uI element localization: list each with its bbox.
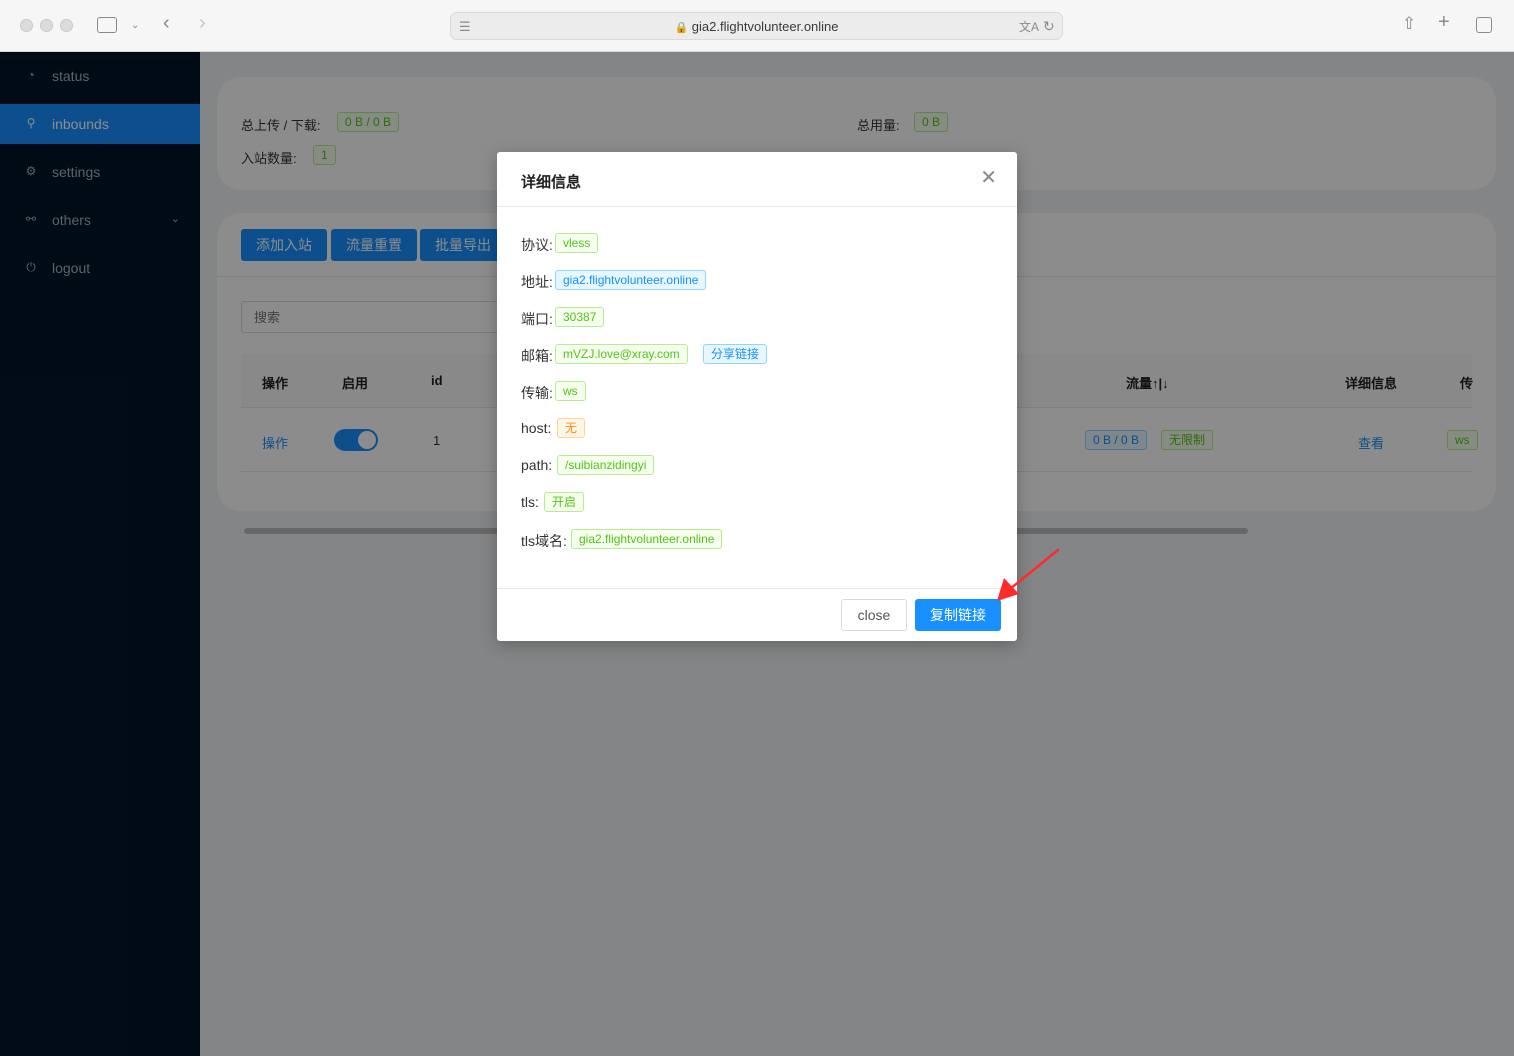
modal-footer: close 复制链接 <box>497 588 1017 641</box>
share-icon[interactable]: ⇧ <box>1402 15 1416 32</box>
new-tab-icon[interactable]: + <box>1438 12 1450 32</box>
protocol-value: vless <box>555 233 599 253</box>
field-label: path: <box>521 457 553 473</box>
sidebar-toggle-icon[interactable] <box>97 17 117 33</box>
tls-value: 开启 <box>544 492 585 512</box>
field-label: 地址: <box>521 274 553 290</box>
back-icon[interactable]: ‹ <box>163 13 170 33</box>
host-value: 无 <box>557 418 586 438</box>
window-close-dot[interactable] <box>20 19 33 32</box>
window-zoom-dot[interactable] <box>60 19 73 32</box>
field-label: 传输: <box>521 385 553 401</box>
tls-domain-value: gia2.flightvolunteer.online <box>571 529 723 549</box>
field-label: 邮箱: <box>521 348 553 364</box>
translate-icon[interactable]: 文A <box>1019 19 1039 35</box>
field-label: 端口: <box>521 311 553 327</box>
field-label: host: <box>521 420 552 436</box>
share-link-tag[interactable]: 分享链接 <box>703 344 768 364</box>
reload-icon[interactable]: ↻ <box>1043 18 1055 34</box>
tab-overview-icon[interactable] <box>1476 17 1492 33</box>
browser-window: ⌄ ‹ › ☰ 🔒 gia2.flightvolunteer.online 文A… <box>0 0 1514 1056</box>
chevron-down-icon[interactable]: ⌄ <box>131 18 139 34</box>
browser-toolbar: ⌄ ‹ › ☰ 🔒 gia2.flightvolunteer.online 文A… <box>0 0 1514 52</box>
close-icon[interactable]: ✕ <box>980 168 997 188</box>
forward-icon[interactable]: › <box>199 13 206 33</box>
email-value: mVZJ.love@xray.com <box>555 344 688 364</box>
transport-value: ws <box>555 381 586 401</box>
port-value: 30387 <box>555 307 605 327</box>
address-bar[interactable]: ☰ 🔒 gia2.flightvolunteer.online 文A ↻ <box>450 12 1063 40</box>
field-label: tls域名: <box>521 533 567 549</box>
modal-header: 详细信息 ✕ <box>497 152 1017 207</box>
close-button[interactable]: close <box>841 599 907 631</box>
copy-link-button[interactable]: 复制链接 <box>915 599 1001 631</box>
lock-icon: 🔒 <box>674 22 689 34</box>
field-label: 协议: <box>521 237 553 253</box>
url-display: 🔒 gia2.flightvolunteer.online <box>451 19 1062 34</box>
path-value: /suibianzidingyi <box>557 455 655 475</box>
modal-title: 详细信息 <box>521 174 582 191</box>
window-minimize-dot[interactable] <box>40 19 53 32</box>
address-value: gia2.flightvolunteer.online <box>555 270 707 290</box>
url-text: gia2.flightvolunteer.online <box>691 19 839 34</box>
detail-modal: 详细信息 ✕ 协议: vless 地址: gia2.flightvoluntee… <box>497 152 1017 641</box>
field-label: tls: <box>521 494 539 510</box>
annotation-arrow-icon <box>997 548 1060 601</box>
